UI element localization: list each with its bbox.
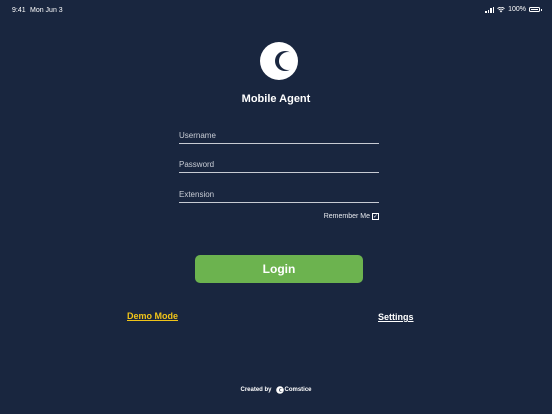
username-field-container — [179, 125, 379, 145]
status-time: 9:41 — [12, 7, 26, 14]
status-indicators: 100% — [485, 6, 542, 13]
extension-input[interactable] — [179, 185, 379, 204]
wifi-icon — [497, 6, 505, 12]
remember-me-checkbox[interactable]: ✓ — [372, 213, 379, 220]
comstice-logo-icon — [275, 386, 284, 394]
battery-icon — [529, 7, 540, 12]
demo-mode-link[interactable]: Demo Mode — [127, 311, 178, 321]
created-by-label: Created by — [240, 387, 272, 393]
remember-me-toggle[interactable]: Remember Me ✓ — [324, 213, 379, 220]
remember-me-label: Remember Me — [323, 213, 370, 220]
battery-percent: 100% — [508, 6, 526, 13]
brand-logo: Comstice — [275, 386, 312, 394]
footer: Created by Comstice — [0, 386, 552, 394]
brand-name: Comstice — [284, 387, 312, 393]
crescent-logo-icon — [260, 42, 298, 80]
extension-field-container — [179, 184, 379, 204]
status-date: Mon Jun 3 — [30, 7, 63, 14]
app-title: Mobile Agent — [241, 93, 311, 105]
password-field-container — [179, 154, 379, 174]
password-input[interactable] — [179, 155, 379, 174]
cellular-signal-icon — [485, 6, 495, 13]
login-button[interactable]: Login — [195, 255, 363, 283]
status-bar: 9:41 Mon Jun 3 100% — [0, 0, 552, 22]
username-input[interactable] — [179, 126, 379, 145]
settings-link[interactable]: Settings — [378, 312, 414, 322]
